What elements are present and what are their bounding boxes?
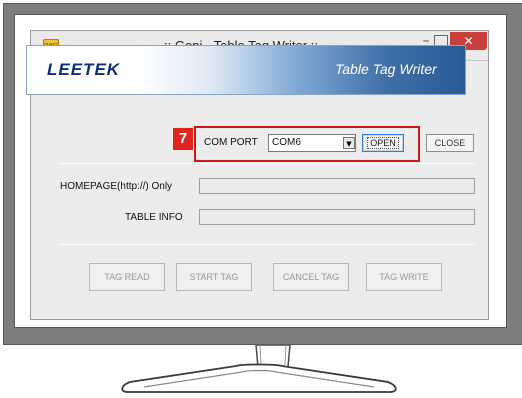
open-button-label: OPEN	[367, 137, 399, 149]
step-badge: 7	[173, 128, 193, 150]
homepage-input[interactable]	[199, 178, 475, 194]
tag-read-button[interactable]: TAG READ	[89, 263, 165, 291]
cancel-tag-button[interactable]: CANCEL TAG	[273, 263, 349, 291]
table-info-input[interactable]	[199, 209, 475, 225]
leetek-logo: LEETEK	[47, 60, 121, 79]
homepage-label: HOMEPAGE(http://) Only	[60, 181, 173, 192]
banner-title: Table Tag Writer	[335, 61, 437, 77]
close-port-button[interactable]: CLOSE	[426, 134, 474, 152]
monitor-stand-base	[121, 363, 397, 393]
tag-write-button[interactable]: TAG WRITE	[366, 263, 442, 291]
header-banner: LEETEK Table Tag Writer	[26, 45, 466, 95]
com-port-label: COM PORT	[204, 137, 258, 148]
com-port-value: COM6	[272, 137, 301, 148]
com-port-select[interactable]: COM6 ▼	[268, 134, 356, 152]
table-info-label: TABLE INFO	[125, 212, 183, 223]
chevron-down-icon[interactable]: ▼	[343, 137, 355, 149]
divider	[60, 163, 475, 164]
divider	[60, 244, 475, 245]
start-tag-button[interactable]: START TAG	[176, 263, 252, 291]
open-button[interactable]: OPEN	[362, 134, 404, 152]
